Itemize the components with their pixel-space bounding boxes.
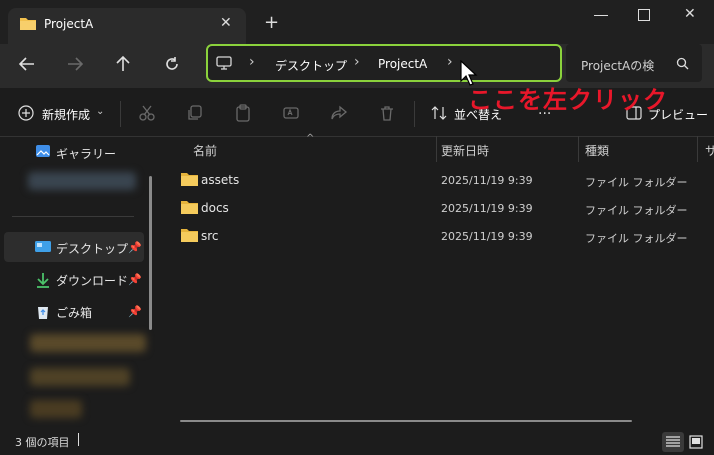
file-date: 2025/11/19 9:39 (441, 202, 533, 215)
recycle-bin-icon (35, 304, 51, 320)
new-button[interactable]: 新規作成 (42, 106, 90, 123)
column-header-size[interactable]: サ (705, 142, 714, 159)
refresh-icon[interactable] (163, 55, 181, 73)
gallery-icon (35, 143, 51, 159)
breadcrumb-separator-icon: › (354, 54, 360, 70)
file-type: ファイル フォルダー (585, 176, 688, 189)
search-icon (676, 57, 689, 70)
search-input[interactable]: ProjectAの検 (581, 57, 654, 74)
maximize-button[interactable] (638, 9, 650, 21)
close-window-button[interactable]: ✕ (684, 6, 696, 22)
horizontal-scrollbar[interactable] (180, 420, 632, 422)
status-bar (0, 429, 714, 455)
breadcrumb-projecta[interactable]: ProjectA (378, 57, 427, 71)
column-divider[interactable] (697, 136, 698, 162)
file-name: assets (201, 173, 240, 187)
column-divider[interactable] (436, 136, 437, 162)
file-type: ファイル フォルダー (585, 204, 688, 217)
item-count: 3 個の項目 (15, 436, 70, 449)
back-arrow-icon[interactable] (18, 55, 36, 73)
minimize-button[interactable] (594, 15, 608, 16)
pin-icon: 📌 (128, 273, 142, 286)
annotation-text: ここを左クリック (468, 86, 668, 114)
column-divider[interactable] (578, 136, 579, 162)
breadcrumb-desktop[interactable]: デスクトップ (275, 57, 347, 74)
sidebar-label-desktop: デスクトップ (56, 242, 129, 256)
sidebar-item-downloads[interactable]: ダウンロード (56, 272, 128, 289)
blurred-item (30, 368, 130, 386)
sidebar-item-gallery[interactable]: ギャラリー (56, 145, 116, 162)
delete-icon[interactable] (378, 104, 396, 122)
toolbar-divider (414, 101, 415, 127)
chevron-down-icon[interactable]: ⌄ (96, 106, 104, 117)
folder-icon (19, 16, 37, 31)
column-header-date[interactable]: 更新日時 (441, 142, 489, 159)
desktop-icon (35, 240, 51, 254)
file-date: 2025/11/19 9:39 (441, 174, 533, 187)
pin-icon: 📌 (128, 241, 142, 254)
folder-icon (181, 200, 198, 214)
new-item-icon[interactable] (18, 105, 34, 121)
details-view-icon (666, 436, 680, 448)
status-divider (78, 433, 79, 446)
blurred-item (28, 172, 136, 190)
breadcrumb-separator-icon: › (249, 54, 255, 70)
sidebar-scrollbar[interactable] (149, 176, 152, 330)
sidebar-item-recycle-bin[interactable]: ごみ箱 (56, 304, 92, 321)
cut-icon[interactable] (138, 104, 156, 122)
file-name: src (201, 229, 219, 243)
new-tab-button[interactable]: + (264, 12, 279, 33)
large-icons-view-button[interactable] (689, 435, 703, 449)
close-tab-icon[interactable]: ✕ (220, 15, 232, 31)
folder-icon (181, 172, 198, 186)
sort-icon[interactable] (430, 104, 448, 122)
folder-icon (181, 228, 198, 242)
this-pc-icon[interactable] (216, 55, 232, 71)
share-icon[interactable] (330, 104, 348, 122)
toolbar-divider (120, 101, 121, 127)
pin-icon: 📌 (128, 305, 142, 318)
file-date: 2025/11/19 9:39 (441, 230, 533, 243)
forward-arrow-icon[interactable] (66, 55, 84, 73)
blurred-item (30, 400, 82, 418)
file-type: ファイル フォルダー (585, 232, 688, 245)
column-header-name[interactable]: 名前 (193, 142, 217, 159)
paste-icon[interactable] (234, 104, 252, 122)
file-name: docs (201, 201, 229, 215)
sidebar-divider (12, 216, 134, 217)
up-arrow-icon[interactable] (114, 55, 132, 73)
rename-icon[interactable] (282, 104, 300, 122)
blurred-item (30, 334, 146, 352)
download-icon (35, 272, 51, 288)
breadcrumb-separator-icon[interactable]: › (447, 54, 453, 70)
tab-title: ProjectA (44, 17, 94, 31)
copy-icon[interactable] (186, 104, 204, 122)
column-header-type[interactable]: 種類 (585, 142, 609, 159)
sort-arrow-icon: ^ (306, 133, 315, 144)
